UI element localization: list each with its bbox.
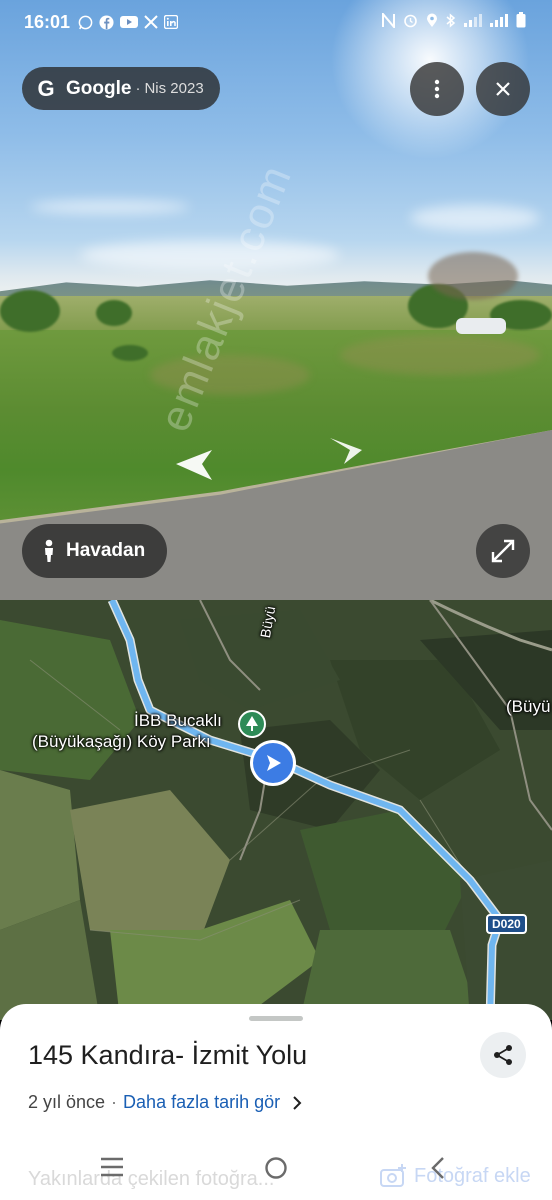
cloud (80, 240, 340, 270)
cloud (410, 205, 540, 231)
linkedin-icon (164, 15, 179, 29)
signal-icon (464, 14, 482, 27)
park-pin[interactable] (238, 710, 266, 738)
share-icon (494, 1045, 512, 1065)
expand-icon (491, 539, 515, 563)
aerial-view-label: Havadan (66, 540, 146, 561)
clock: 16:01 (24, 11, 71, 32)
aerial-view-button[interactable]: Havadan (22, 524, 168, 578)
nav-arrow-right-icon[interactable] (328, 436, 364, 466)
drag-handle[interactable] (249, 1016, 303, 1021)
bush (112, 345, 148, 361)
place-title: 145 Kandıra- İzmit Yolu (28, 1040, 308, 1070)
facebook-icon (99, 14, 114, 30)
more-dates-link[interactable]: Daha fazla tarih gör (123, 1092, 280, 1113)
nav-arrow-left-icon[interactable] (174, 448, 214, 482)
share-button[interactable] (480, 1032, 526, 1078)
current-location-marker (250, 740, 296, 786)
back-icon[interactable] (430, 1156, 446, 1180)
satellite-map[interactable] (0, 600, 552, 1020)
capture-age: 2 yıl önce (28, 1092, 106, 1112)
separator: · (135, 80, 141, 97)
nfc-icon (382, 12, 395, 28)
capture-date: Nis 2023 (144, 80, 204, 97)
cloud (30, 200, 190, 214)
satellite-imagery (0, 600, 552, 1020)
bush (96, 300, 132, 326)
status-bar: 16:01 (0, 0, 552, 44)
system-nav-bar (0, 1150, 552, 1190)
imagery-source-chip[interactable]: G Google · Nis 2023 (22, 67, 220, 110)
x-icon (144, 15, 158, 29)
recent-apps-icon[interactable] (100, 1156, 124, 1178)
more-vert-icon (434, 79, 440, 99)
fullscreen-button[interactable] (476, 524, 530, 578)
more-options-button[interactable] (410, 62, 464, 116)
heading-arrow-icon (267, 755, 281, 771)
hay-bale (456, 318, 506, 334)
poi-label-line2[interactable]: (Büyükaşağı) Köy Parkı (32, 731, 211, 752)
route-shield: D020 (486, 914, 527, 934)
tree-icon (246, 716, 258, 731)
pegman-icon (45, 539, 53, 562)
separator: · (111, 1092, 118, 1112)
brand-label: Google (66, 77, 132, 99)
network-icon (490, 14, 508, 27)
poi-label-line1[interactable]: İBB Bucaklı (134, 710, 222, 731)
close-button[interactable] (476, 62, 530, 116)
whatsapp-icon (78, 15, 93, 29)
close-icon (496, 82, 510, 96)
edge-place-label[interactable]: (Büyü (506, 696, 550, 717)
capture-meta: 2 yıl önce · Daha fazla tarih gör (28, 1092, 302, 1113)
battery-icon (516, 12, 526, 28)
google-g-icon: G (37, 75, 55, 101)
home-icon[interactable] (264, 1156, 288, 1180)
field-patch (340, 335, 540, 375)
bush (0, 290, 60, 332)
bare-tree (428, 252, 518, 300)
bluetooth-icon (446, 12, 456, 28)
youtube-icon (120, 16, 139, 28)
chevron-right-icon[interactable] (292, 1095, 302, 1111)
location-icon (427, 13, 437, 27)
alarm-icon (404, 14, 417, 27)
